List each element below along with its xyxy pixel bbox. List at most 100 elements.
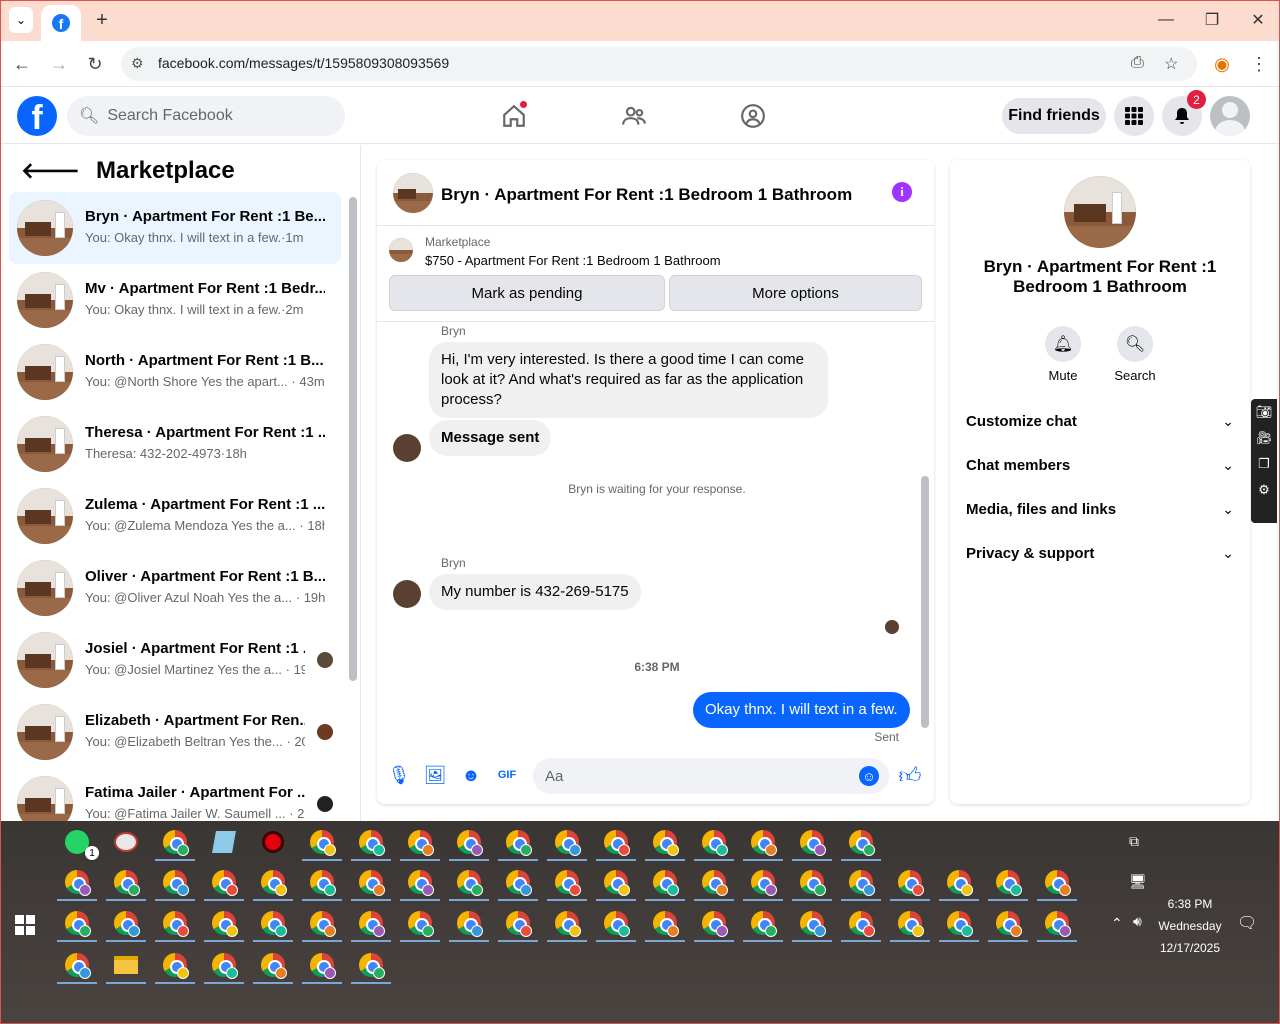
conversation-item[interactable]: Oliver · Apartment For Rent :1 B... You:…: [9, 552, 341, 624]
profile-icon[interactable]: ◉: [1209, 51, 1235, 77]
taskbar-app-icon[interactable]: [204, 863, 244, 901]
chat-avatar[interactable]: [393, 173, 433, 213]
conversation-item[interactable]: Theresa · Apartment For Rent :1 ... Ther…: [9, 408, 341, 480]
volume-icon[interactable]: 🔊︎: [1133, 913, 1142, 930]
back-button[interactable]: ←: [9, 51, 35, 77]
taskbar-app-icon[interactable]: [302, 904, 342, 942]
taskbar-app-icon[interactable]: [841, 823, 881, 861]
taskbar-app-icon[interactable]: [939, 904, 979, 942]
conversation-item[interactable]: Zulema · Apartment For Rent :1 ... You: …: [9, 480, 341, 552]
taskbar-app-icon[interactable]: [596, 904, 636, 942]
taskbar-app-icon[interactable]: [106, 863, 146, 901]
chat-scrollbar[interactable]: [921, 476, 929, 728]
whatsapp-icon[interactable]: 1: [57, 823, 99, 861]
more-options-button[interactable]: More options: [669, 275, 922, 311]
taskbar-app-icon[interactable]: [155, 863, 195, 901]
taskbar-app-icon[interactable]: [743, 863, 783, 901]
taskbar-app-icon[interactable]: [498, 863, 538, 901]
conversation-item[interactable]: Mv · Apartment For Rent :1 Bedr... You: …: [9, 264, 341, 336]
taskbar-app-icon[interactable]: [841, 904, 881, 942]
meet-now-icon[interactable]: ⧉: [1129, 833, 1139, 850]
taskbar-app-icon[interactable]: [302, 863, 342, 901]
taskbar-app-icon[interactable]: [890, 904, 930, 942]
taskbar-app-icon[interactable]: [400, 823, 440, 861]
taskbar-app-icon[interactable]: [498, 904, 538, 942]
taskbar-app-icon[interactable]: [645, 823, 685, 861]
taskbar-app-icon[interactable]: [351, 823, 391, 861]
taskbar-app-icon[interactable]: [302, 946, 342, 984]
taskbar-app-icon[interactable]: [547, 863, 587, 901]
taskbar-app-icon[interactable]: [400, 904, 440, 942]
taskbar-app-icon[interactable]: [547, 823, 587, 861]
window-icon[interactable]: ❐: [1251, 451, 1277, 477]
taskbar-app-icon[interactable]: [694, 823, 734, 861]
gear-icon[interactable]: ⚙: [1251, 477, 1277, 503]
taskbar-app-icon[interactable]: [57, 904, 97, 942]
taskbar-app-icon[interactable]: [155, 823, 195, 861]
taskbar-app-icon[interactable]: [106, 904, 146, 942]
emoji-icon[interactable]: ☺: [859, 766, 879, 786]
record-icon[interactable]: [253, 823, 293, 861]
profile-photo[interactable]: [1064, 176, 1136, 248]
network-icon[interactable]: 🖥︎: [1129, 873, 1147, 890]
taskbar-app-icon[interactable]: [596, 823, 636, 861]
taskbar-app-icon[interactable]: [302, 823, 342, 861]
taskbar-app-icon[interactable]: [547, 904, 587, 942]
account-avatar[interactable]: [1210, 96, 1250, 136]
close-window-button[interactable]: ✕: [1243, 7, 1273, 33]
conversation-info-icon[interactable]: i: [892, 182, 912, 202]
taskbar-app-icon[interactable]: [351, 863, 391, 901]
taskbar-app-icon[interactable]: [400, 863, 440, 901]
listing-price-title[interactable]: $750 - Apartment For Rent :1 Bedroom 1 B…: [425, 253, 721, 268]
taskbar-app-icon[interactable]: [351, 946, 391, 984]
taskbar-app-icon[interactable]: [253, 904, 293, 942]
taskbar-app-icon[interactable]: [1037, 904, 1077, 942]
home-nav-icon[interactable]: [498, 100, 530, 132]
chrome-menu-icon[interactable]: ⋮: [1246, 51, 1272, 77]
chat-members-row[interactable]: Chat members ⌄: [966, 453, 1234, 477]
conversation-item[interactable]: Elizabeth · Apartment For Ren... You: @E…: [9, 696, 341, 768]
customize-chat-row[interactable]: Customize chat ⌄: [966, 409, 1234, 433]
taskbar-app-icon[interactable]: [841, 863, 881, 901]
conversation-item[interactable]: North · Apartment For Rent :1 B... You: …: [9, 336, 341, 408]
bookmark-star-icon[interactable]: ☆: [1164, 54, 1178, 74]
maximize-button[interactable]: ❐: [1197, 7, 1227, 33]
file-explorer-icon[interactable]: [106, 946, 146, 984]
new-tab-button[interactable]: +: [91, 9, 113, 31]
forward-button[interactable]: →: [46, 51, 72, 77]
like-thumb-icon[interactable]: 👍︎: [899, 763, 922, 788]
photo-icon[interactable]: 🖼︎: [424, 764, 447, 786]
sticker-icon[interactable]: ☻: [460, 764, 482, 786]
install-app-icon[interactable]: ⎙: [1131, 54, 1144, 72]
media-files-row[interactable]: Media, files and links ⌄: [966, 497, 1234, 521]
taskbar-app-icon[interactable]: [498, 823, 538, 861]
taskbar-app-icon[interactable]: [57, 946, 97, 984]
message-bubble[interactable]: Message sent: [429, 420, 552, 456]
taskbar-app-icon[interactable]: [743, 904, 783, 942]
taskbar-app-icon[interactable]: [645, 863, 685, 901]
reload-button[interactable]: ↻: [82, 51, 108, 77]
show-hidden-icons-icon[interactable]: ⌃: [1111, 915, 1123, 932]
notification-center-icon[interactable]: 🗨︎: [1237, 913, 1257, 933]
address-bar[interactable]: ⚙ facebook.com/messages/t/15958093080935…: [121, 47, 1197, 81]
taskbar-app-icon[interactable]: [988, 863, 1028, 901]
taskbar-app-icon[interactable]: [596, 863, 636, 901]
camera-icon[interactable]: 📷︎: [1251, 399, 1277, 425]
taskbar-app-icon[interactable]: [204, 904, 244, 942]
taskbar-app-icon[interactable]: [890, 863, 930, 901]
chat-title[interactable]: Bryn · Apartment For Rent :1 Bedroom 1 B…: [441, 185, 852, 205]
minimize-button[interactable]: —: [1151, 7, 1181, 33]
groups-nav-icon[interactable]: [737, 100, 769, 132]
menu-grid-button[interactable]: [1114, 96, 1154, 136]
taskbar-app-icon[interactable]: [253, 863, 293, 901]
taskbar-app-icon[interactable]: [155, 946, 195, 984]
back-arrow-icon[interactable]: 🡐: [21, 158, 80, 184]
taskbar-app-icon[interactable]: [253, 946, 293, 984]
message-bubble[interactable]: My number is 432-269-5175: [429, 574, 641, 610]
site-info-icon[interactable]: ⚙: [131, 55, 144, 72]
windows-start-icon[interactable]: [15, 915, 35, 935]
friends-nav-icon[interactable]: [618, 100, 650, 132]
conversation-item[interactable]: Bryn · Apartment For Rent :1 Be... You: …: [9, 192, 341, 264]
sidebar-scrollbar[interactable]: [349, 197, 357, 681]
notepad-icon[interactable]: [204, 823, 244, 861]
